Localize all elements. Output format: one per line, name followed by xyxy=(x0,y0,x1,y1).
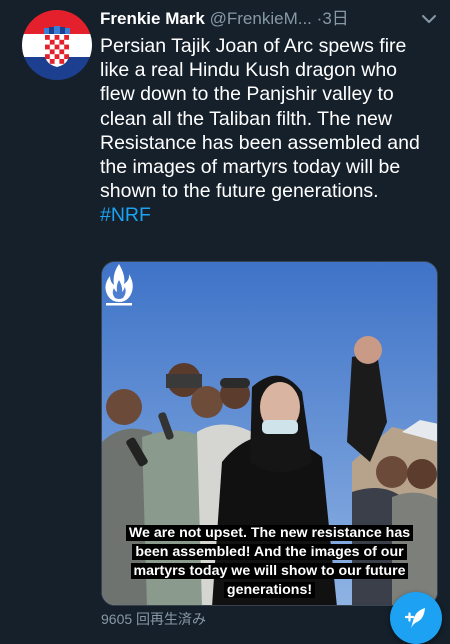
avatar[interactable] xyxy=(22,10,92,80)
video-caption: We are not upset. The new resistance has… xyxy=(110,524,429,600)
tweet-text: Persian Tajik Joan of Arc spews fire lik… xyxy=(100,34,430,228)
video-caption-text: We are not upset. The new resistance has… xyxy=(125,525,414,598)
flame-logo-icon xyxy=(105,264,133,306)
hashtag-link[interactable]: #NRF xyxy=(100,204,151,226)
tweet-body: Persian Tajik Joan of Arc spews fire lik… xyxy=(100,35,420,203)
tweet-timestamp[interactable]: 3日 xyxy=(322,9,348,28)
author-handle[interactable]: @FrenkieM... xyxy=(210,9,312,28)
more-options-button[interactable] xyxy=(420,10,438,28)
view-count: 9605 回再生済み xyxy=(101,611,207,627)
croatia-flag-icon xyxy=(22,10,92,80)
compose-tweet-button[interactable] xyxy=(390,592,442,644)
compose-tweet-icon xyxy=(404,608,425,628)
tweet-header: Frenkie Mark @FrenkieM... ·3日 xyxy=(100,7,440,31)
author-name[interactable]: Frenkie Mark xyxy=(100,9,205,28)
video-player[interactable]: We are not upset. The new resistance has… xyxy=(101,261,438,606)
chevron-down-icon xyxy=(422,15,436,23)
